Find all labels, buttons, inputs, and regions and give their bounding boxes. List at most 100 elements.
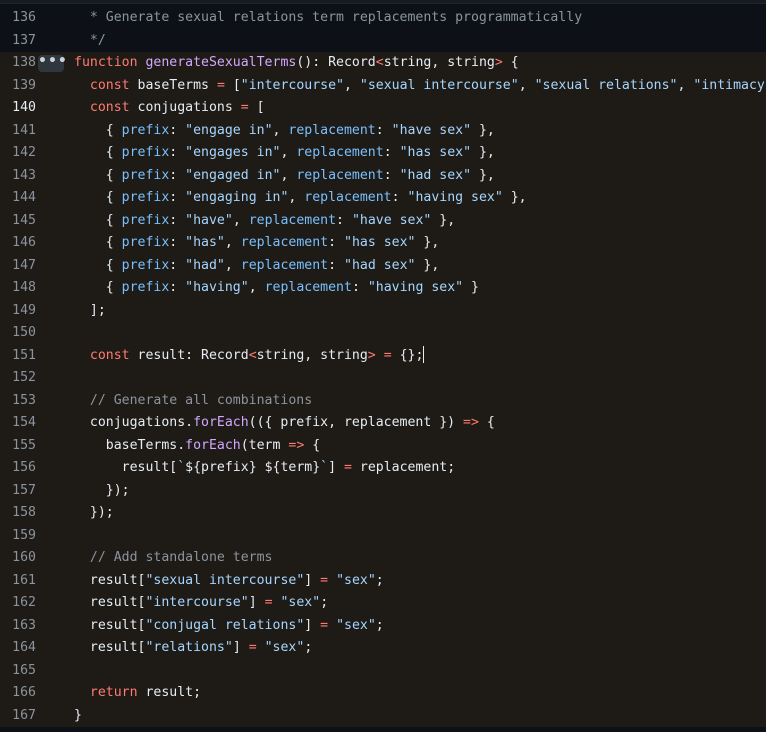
code-token: prefix [121,122,170,138]
code-line[interactable]: 145 { prefix: "have", replacement: "have… [0,209,766,233]
line-number: 156 [12,460,36,475]
code-line[interactable]: 159 [0,524,766,547]
line-code[interactable]: { prefix: "had", replacement: "had sex" … [74,255,766,278]
code-token: replacement [264,280,352,295]
line-code[interactable]: result["intercourse"] = "sex"; [74,592,766,615]
code-line[interactable]: 147 { prefix: "had", replacement: "had s… [0,254,766,278]
line-code[interactable]: conjugations.forEach(({ prefix, replacem… [74,412,766,435]
expand-hidden-lines-button[interactable]: ••• [38,54,67,72]
line-number: 166 [12,685,36,700]
code-token: : [383,167,400,183]
code-line[interactable]: 162 result["intercourse"] = "sex"; [0,592,766,615]
line-code[interactable]: { prefix: "engage in", replacement: "hav… [74,120,766,143]
line-number: 161 [12,572,36,588]
code-token: (term [240,437,289,453]
line-code[interactable]: function generateSexualTerms(): Record<s… [74,52,766,75]
line-code[interactable]: } [74,705,766,728]
line-code[interactable]: result[`${prefix} ${term}`] = replacemen… [74,457,766,480]
line-code[interactable]: result["relations"] = "sex"; [74,637,766,660]
code-line[interactable]: 164 result["relations"] = "sex"; [0,637,766,660]
line-number: 167 [12,707,36,723]
line-code[interactable]: ]; [74,300,766,323]
line-number: 159 [12,527,36,543]
code-line[interactable]: 140 const conjugations = [ [0,97,766,120]
code-line[interactable]: 144 { prefix: "engaging in", replacement… [0,187,766,210]
code-token: replacement [288,122,376,138]
code-line[interactable]: 137 */ [0,30,766,53]
line-code[interactable]: const conjugations = [ [74,97,766,120]
code-token: { [478,415,495,430]
code-line[interactable]: 158 }); [0,502,766,525]
line-code[interactable]: }); [74,480,766,503]
line-code[interactable]: { prefix: "have", replacement: "have sex… [74,210,766,233]
line-code[interactable]: { prefix: "engaging in", replacement: "h… [74,187,766,210]
code-token: "had sex" [399,167,472,183]
code-line[interactable]: 166 return result; [0,682,766,705]
line-code[interactable]: { prefix: "has", replacement: "has sex" … [74,232,766,255]
code-token: > [494,55,503,70]
code-token: = [320,617,329,633]
code-line[interactable]: 152 [0,367,766,390]
code-token: } [463,280,479,295]
code-token: result[ [74,595,146,610]
code-line[interactable]: 167} [0,704,766,728]
line-number: 141 [12,122,36,138]
line-code[interactable]: const result: Record<string, string> = {… [74,345,766,368]
code-token: ; [304,640,313,655]
code-line[interactable]: 139 const baseTerms = ["intercourse", "s… [0,74,766,98]
code-line[interactable]: 143 { prefix: "engaged in", replacement:… [0,164,766,188]
code-token: , [224,235,241,250]
code-line[interactable]: 148 { prefix: "having", replacement: "ha… [0,277,766,300]
code-token: ] [328,460,344,475]
line-code[interactable]: return result; [74,682,766,705]
code-token: > [367,347,376,363]
code-line[interactable]: 142 { prefix: "engages in", replacement:… [0,142,766,165]
code-line[interactable]: 157 }); [0,479,766,503]
code-line[interactable]: 160 // Add standalone terms [0,547,766,570]
code-token: */ [74,32,106,48]
line-code[interactable]: result["conjugal relations"] = "sex"; [74,615,766,638]
line-code[interactable]: // Add standalone terms [74,547,766,570]
line-code[interactable]: // Generate all combinations [74,390,766,413]
code-token: "engaging in" [185,190,289,205]
code-line[interactable]: 161 result["sexual intercourse"] = "sex"… [0,569,766,593]
code-line[interactable]: 153 // Generate all combinations [0,389,766,413]
text-cursor [423,346,425,363]
line-code[interactable]: { prefix: "engaged in", replacement: "ha… [74,165,766,188]
code-token: => [463,415,479,430]
line-code[interactable]: { prefix: "engages in", replacement: "ha… [74,142,766,165]
code-token: "have sex" [351,212,432,228]
code-token: = [240,100,249,115]
code-line[interactable]: 151 const result: Record<string, string>… [0,344,766,368]
code-line[interactable]: 141 { prefix: "engage in", replacement: … [0,119,766,143]
line-code[interactable]: baseTerms.forEach(term => { [74,435,766,458]
code-token: "relations" [145,640,233,655]
code-line[interactable]: 149 ]; [0,299,766,323]
code-token: "intercourse" [145,595,249,610]
code-line[interactable]: 136 * Generate sexual relations term rep… [0,7,766,30]
code-line[interactable]: 138 ••• function generateSexualTerms(): Re… [0,52,766,75]
code-line[interactable]: 156 result[`${prefix} ${term}`] = replac… [0,457,766,480]
line-code[interactable]: { prefix: "having", replacement: "having… [74,277,766,300]
line-code[interactable]: * Generate sexual relations term replace… [74,7,766,30]
code-token: ] [248,595,265,610]
code-editor[interactable]: 136 * Generate sexual relations term rep… [0,0,766,732]
code-line[interactable]: 165 [0,659,766,682]
code-token: : [169,235,186,250]
code-token: result: Record [137,347,249,363]
code-line[interactable]: 150 [0,322,766,345]
line-code[interactable]: */ [74,30,766,53]
line-code[interactable]: }); [74,502,766,525]
code-line[interactable]: 146 { prefix: "has", replacement: "has s… [0,232,766,255]
code-line[interactable]: 154 conjugations.forEach(({ prefix, repl… [0,412,766,435]
code-token: } [74,707,82,723]
line-code[interactable]: const baseTerms = ["intercourse", "sexua… [74,75,766,98]
line-code[interactable]: result["sexual intercourse"] = "sex"; [74,570,766,593]
code-token: : [169,212,186,228]
code-line[interactable]: 155 baseTerms.forEach(term => { [0,434,766,458]
code-token: { [74,190,122,205]
code-line[interactable]: 163 result["conjugal relations"] = "sex"… [0,614,766,638]
